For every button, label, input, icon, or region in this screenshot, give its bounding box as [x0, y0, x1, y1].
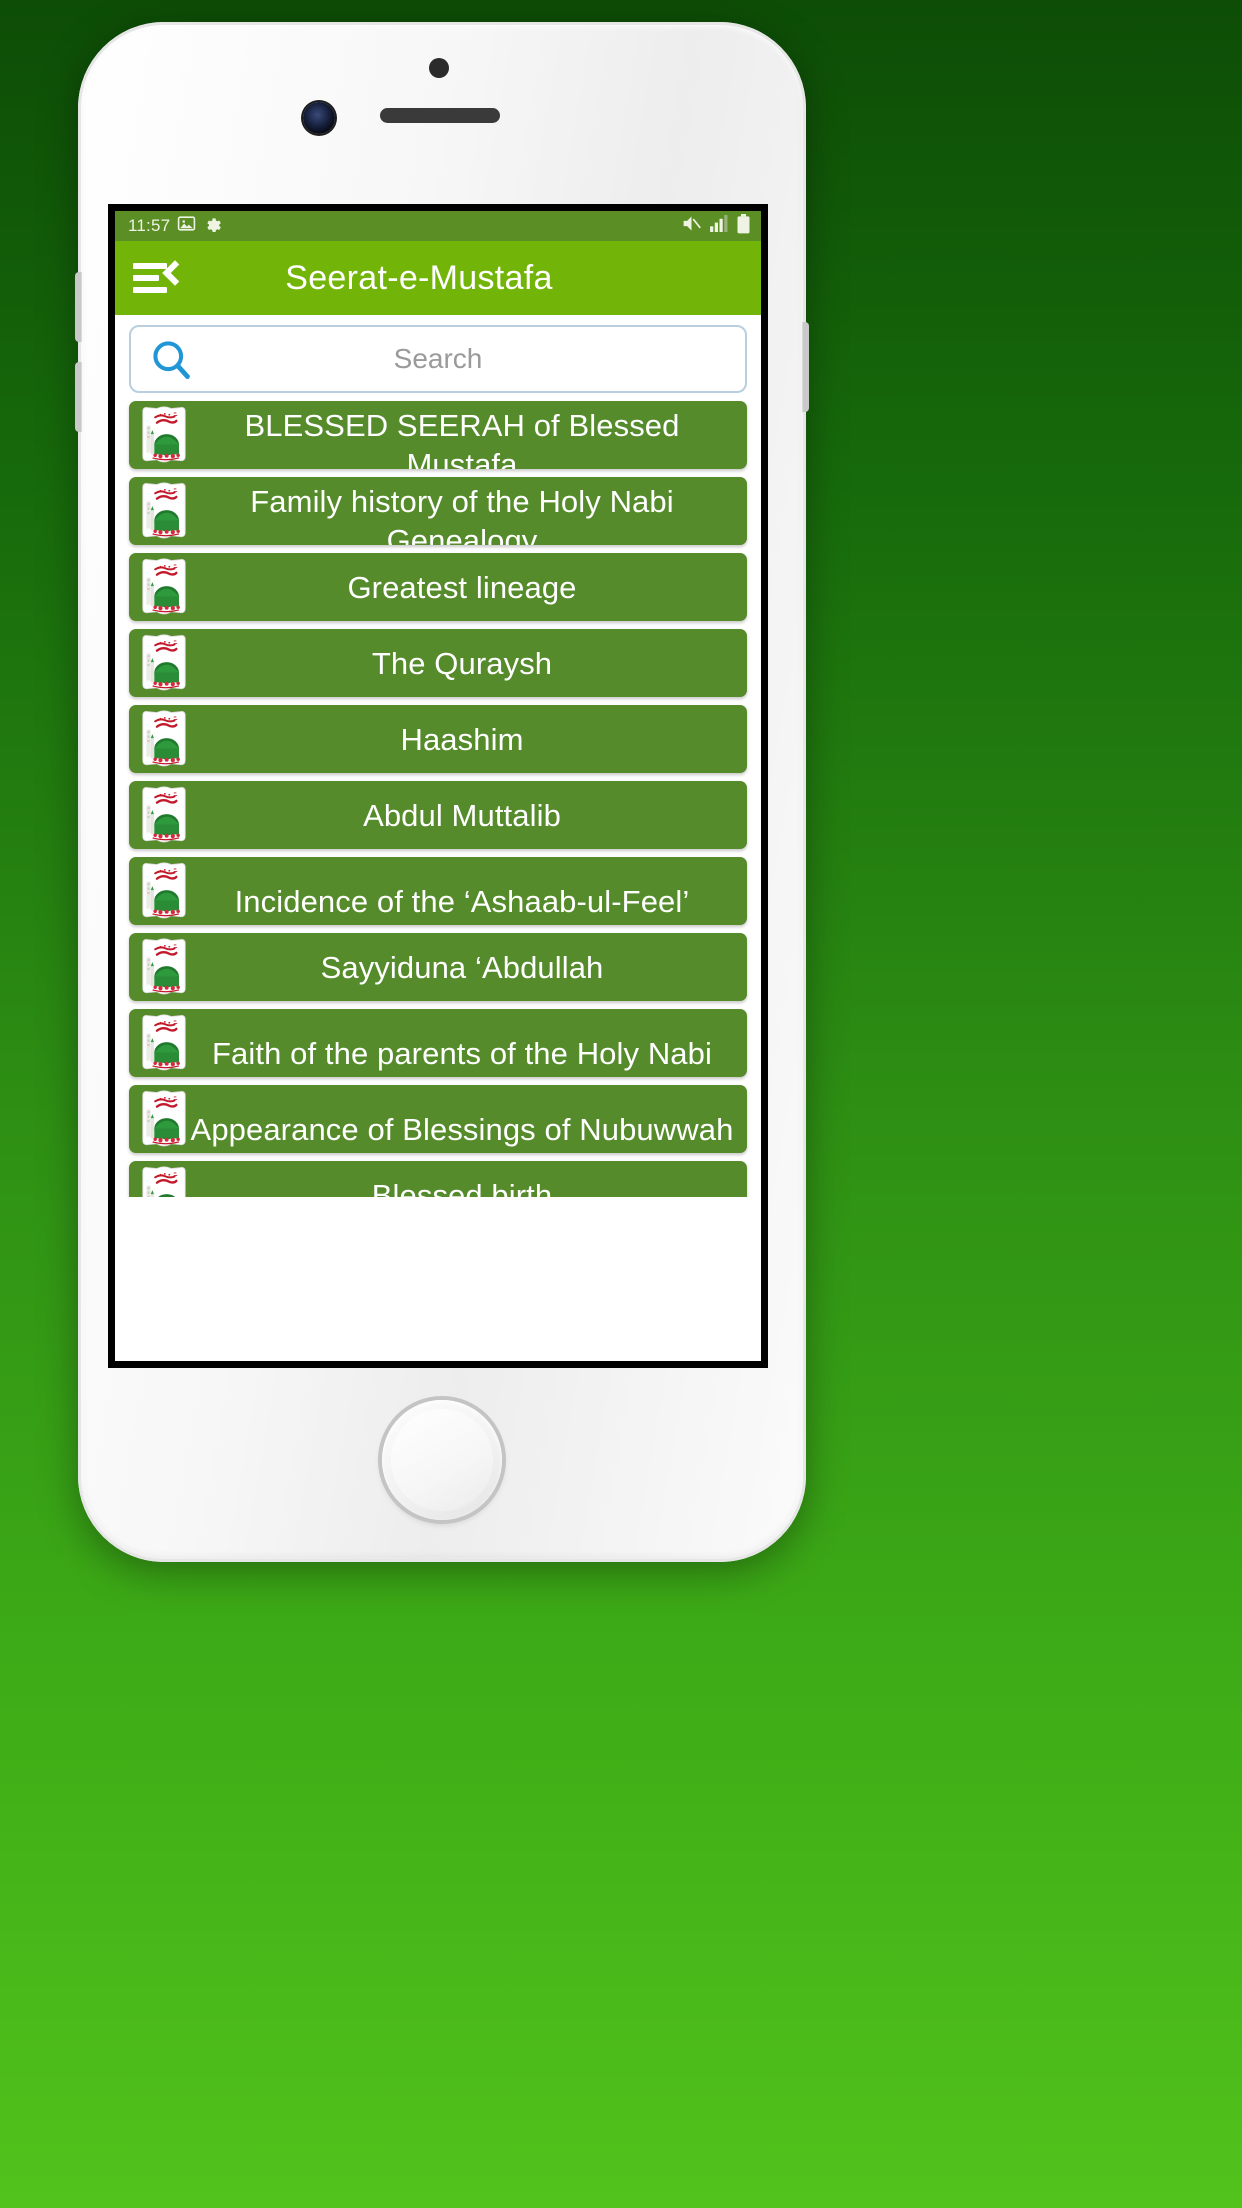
search-container: Search — [115, 315, 761, 401]
search-icon — [149, 337, 193, 381]
phone-device: 11:57 Seerat-e-Mustafa Search BLESSED SE… — [75, 22, 809, 1562]
battery-icon — [737, 213, 750, 239]
list-item-label: The Quraysh — [371, 645, 553, 681]
power-button[interactable] — [802, 322, 809, 412]
phone-screen: 11:57 Seerat-e-Mustafa Search BLESSED SE… — [115, 211, 761, 1361]
list-item[interactable]: Family history of the Holy Nabi Genealog… — [129, 477, 747, 545]
book-cover-icon — [136, 1165, 192, 1197]
book-cover-icon — [136, 1013, 192, 1073]
list-item-label: Family history of the Holy Nabi Genealog… — [250, 484, 674, 545]
list-item[interactable]: The Quraysh — [129, 629, 747, 697]
book-cover-icon — [136, 1089, 192, 1149]
list-item-label: Incidence of the ‘Ashaab-ul-Feel’ — [234, 883, 690, 919]
list-item[interactable]: Haashim — [129, 705, 747, 773]
screen-bezel: 11:57 Seerat-e-Mustafa Search BLESSED SE… — [108, 204, 768, 1368]
mute-icon — [681, 213, 702, 239]
search-input[interactable]: Search — [129, 325, 747, 393]
front-camera-icon — [303, 102, 335, 134]
list-item-label: Faith of the parents of the Holy Nabi — [212, 1035, 712, 1071]
search-placeholder: Search — [393, 343, 483, 374]
list-item-label: Appearance of Blessings of Nubuwwah — [190, 1111, 734, 1147]
earpiece-speaker — [380, 108, 500, 123]
book-cover-icon — [136, 785, 192, 845]
book-cover-icon — [136, 937, 192, 997]
signal-icon — [710, 215, 729, 237]
status-bar-right — [681, 213, 750, 239]
book-cover-icon — [136, 557, 192, 617]
home-button[interactable] — [382, 1400, 502, 1520]
chapter-list[interactable]: BLESSED SEERAH of Blessed Mustafa Family… — [115, 401, 761, 1197]
list-item-label: Blessed birth — [371, 1177, 553, 1198]
image-icon — [177, 214, 196, 238]
app-bar: Seerat-e-Mustafa — [115, 241, 761, 315]
hamburger-icon-middle — [133, 275, 159, 281]
volume-down-button[interactable] — [75, 362, 82, 432]
list-item-label: BLESSED SEERAH of Blessed Mustafa — [244, 408, 680, 469]
list-item[interactable]: Incidence of the ‘Ashaab-ul-Feel’ — [129, 857, 747, 925]
book-cover-icon — [136, 633, 192, 693]
list-item[interactable]: Abdul Muttalib — [129, 781, 747, 849]
list-item[interactable]: Appearance of Blessings of Nubuwwah — [129, 1085, 747, 1153]
hamburger-icon-bottom — [133, 287, 167, 293]
gear-icon — [203, 214, 222, 238]
volume-up-button[interactable] — [75, 272, 82, 342]
list-item-label: Greatest lineage — [347, 569, 577, 605]
status-bar: 11:57 — [115, 211, 761, 241]
status-bar-left: 11:57 — [128, 214, 681, 238]
list-item[interactable]: Faith of the parents of the Holy Nabi — [129, 1009, 747, 1077]
list-item[interactable]: Greatest lineage — [129, 553, 747, 621]
list-item[interactable]: Blessed birth — [129, 1161, 747, 1197]
hamburger-icon — [133, 263, 167, 269]
proximity-sensor-icon — [429, 58, 449, 78]
list-item-label: Haashim — [400, 721, 524, 757]
list-item-label: Sayyiduna ‘Abdullah — [320, 949, 604, 985]
status-time: 11:57 — [128, 216, 171, 235]
list-item[interactable]: Sayyiduna ‘Abdullah — [129, 933, 747, 1001]
book-cover-icon — [136, 405, 192, 465]
page-title: Seerat-e-Mustafa — [285, 258, 553, 297]
list-item-label: Abdul Muttalib — [363, 797, 561, 833]
book-cover-icon — [136, 481, 192, 541]
list-item[interactable]: BLESSED SEERAH of Blessed Mustafa — [129, 401, 747, 469]
menu-button[interactable] — [133, 258, 188, 298]
book-cover-icon — [136, 861, 192, 921]
book-cover-icon — [136, 709, 192, 769]
